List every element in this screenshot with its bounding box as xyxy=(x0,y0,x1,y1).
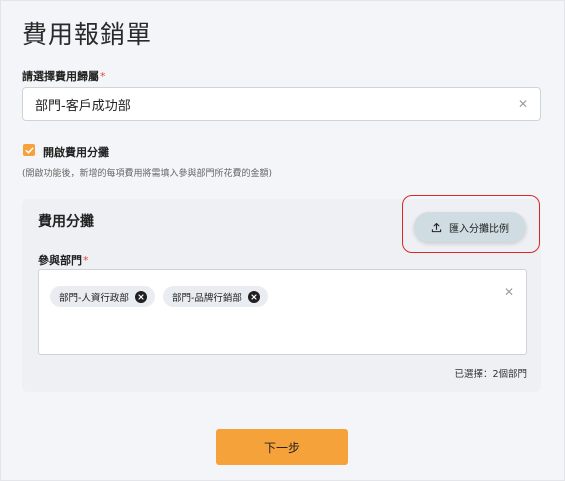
belong-label: 請選擇費用歸屬* xyxy=(22,68,106,84)
tag-label: 部門-人資行政部 xyxy=(59,292,129,304)
participants-label: 參與部門* xyxy=(38,252,89,268)
remove-tag-icon[interactable] xyxy=(247,290,260,303)
split-checkbox[interactable] xyxy=(23,144,35,156)
next-button[interactable]: 下一步 xyxy=(216,429,348,465)
checkmark-icon xyxy=(25,146,33,154)
close-icon[interactable]: ✕ xyxy=(504,286,514,298)
participants-multiselect[interactable]: 部門-人資行政部 部門-品牌行銷部 ✕ xyxy=(38,269,527,355)
upload-icon xyxy=(431,222,442,232)
split-card: 費用分攤 匯入分攤比例 參與部門* 部門-人資行政部 部門-品牌行銷部 ✕ 已選… xyxy=(22,195,541,392)
belong-label-text: 請選擇費用歸屬 xyxy=(22,70,99,83)
participants-label-text: 參與部門 xyxy=(38,254,82,267)
import-ratio-button[interactable]: 匯入分攤比例 xyxy=(414,212,526,242)
import-ratio-label: 匯入分攤比例 xyxy=(449,223,509,235)
tag-label: 部門-品牌行銷部 xyxy=(171,292,242,304)
belong-select[interactable]: 部門-客戶成功部 ✕ xyxy=(22,87,541,121)
page-title: 費用報銷單 xyxy=(22,20,153,49)
close-icon[interactable]: ✕ xyxy=(518,98,528,110)
remove-tag-icon[interactable] xyxy=(134,290,147,303)
tag-chip: 部門-人資行政部 xyxy=(50,286,155,307)
expense-form-page: 費用報銷單 請選擇費用歸屬* 部門-客戶成功部 ✕ 開啟費用分攤 (開啟功能後，… xyxy=(0,0,565,481)
belong-select-value: 部門-客戶成功部 xyxy=(35,98,131,114)
split-checkbox-label[interactable]: 開啟費用分攤 xyxy=(43,144,109,160)
split-hint: (開啟功能後，新增的每項費用將需填入參與部門所花費的金額) xyxy=(22,169,273,179)
required-mark: * xyxy=(100,70,106,83)
split-card-title: 費用分攤 xyxy=(38,214,94,230)
tag-chip: 部門-品牌行銷部 xyxy=(162,286,268,307)
required-mark: * xyxy=(83,254,89,267)
tag-list: 部門-人資行政部 部門-品牌行銷部 xyxy=(50,286,268,307)
selected-count: 已選擇：2個部門 xyxy=(454,369,527,380)
